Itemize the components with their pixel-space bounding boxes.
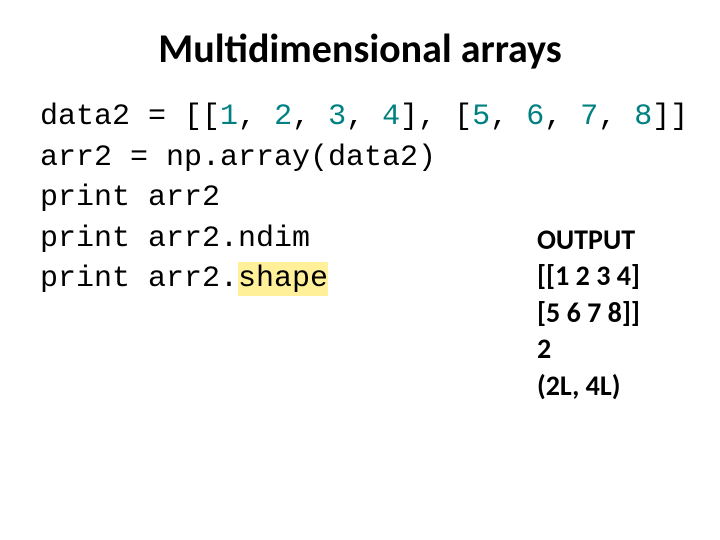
code-text: data2 = [[ bbox=[40, 100, 220, 134]
code-keyword: print bbox=[40, 181, 130, 215]
code-text: , bbox=[490, 100, 526, 134]
slide-title: Multidimensional arrays bbox=[40, 24, 680, 73]
code-number: 4 bbox=[382, 100, 400, 134]
code-number: 7 bbox=[580, 100, 598, 134]
code-number: 6 bbox=[526, 100, 544, 134]
output-heading: OUTPUT bbox=[537, 222, 640, 258]
output-line: [[1 2 3 4] bbox=[537, 258, 640, 294]
code-number: 3 bbox=[328, 100, 346, 134]
output-line: (2L, 4L) bbox=[537, 368, 640, 404]
code-number: 1 bbox=[220, 100, 238, 134]
code-line-2: arr2 = np.array(data2) bbox=[40, 138, 680, 179]
code-number: 8 bbox=[634, 100, 652, 134]
code-number: 2 bbox=[274, 100, 292, 134]
code-line-3: print arr2 bbox=[40, 178, 680, 219]
code-text: , bbox=[346, 100, 382, 134]
code-number: 5 bbox=[472, 100, 490, 134]
code-keyword: print bbox=[40, 262, 130, 296]
output-block: OUTPUT [[1 2 3 4] [5 6 7 8]] 2 (2L, 4L) bbox=[537, 222, 640, 404]
code-text: , bbox=[544, 100, 580, 134]
slide: Multidimensional arrays data2 = [[1, 2, … bbox=[0, 0, 720, 540]
output-line: 2 bbox=[537, 331, 640, 367]
code-text: , bbox=[292, 100, 328, 134]
code-keyword: print bbox=[40, 222, 130, 256]
code-highlight: shape bbox=[238, 262, 328, 296]
code-text: arr2. bbox=[130, 262, 238, 296]
code-text: arr2 bbox=[130, 181, 220, 215]
code-text: arr2.ndim bbox=[130, 222, 310, 256]
output-line: [5 6 7 8]] bbox=[537, 295, 640, 331]
code-text: ]] bbox=[652, 100, 688, 134]
code-text: , bbox=[238, 100, 274, 134]
code-text: ], [ bbox=[400, 100, 472, 134]
code-line-1: data2 = [[1, 2, 3, 4], [5, 6, 7, 8]] bbox=[40, 97, 680, 138]
code-text: , bbox=[598, 100, 634, 134]
